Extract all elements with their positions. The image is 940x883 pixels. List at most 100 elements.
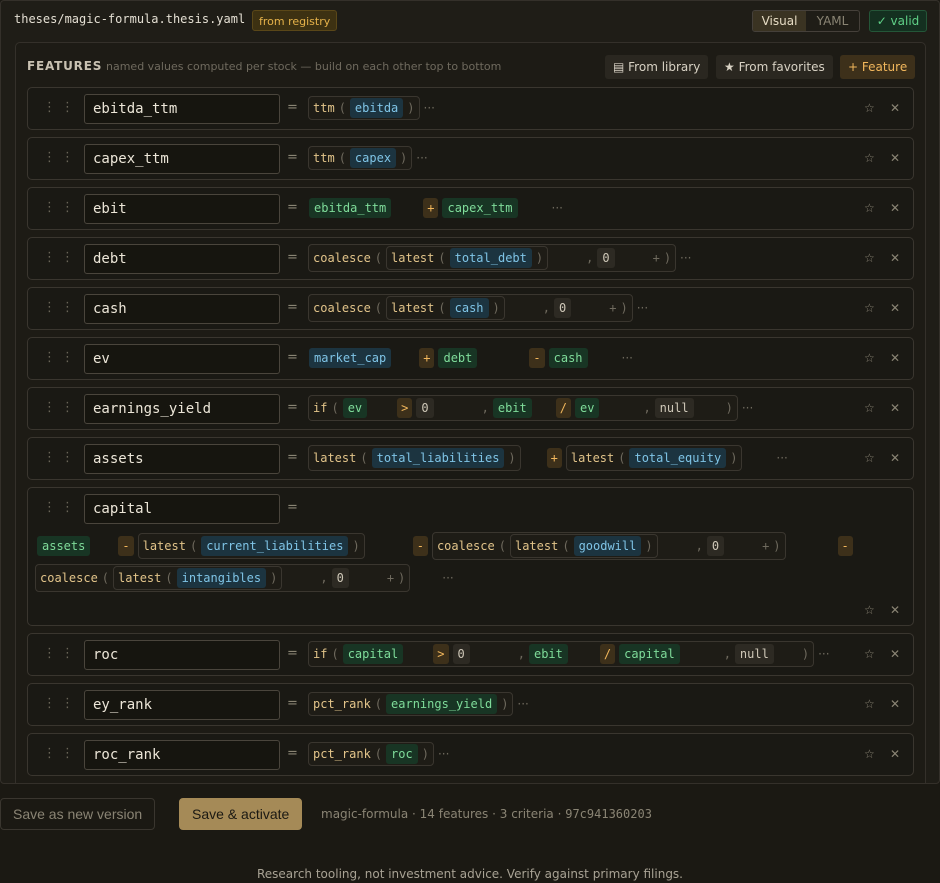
ref-chip[interactable]: debt xyxy=(438,348,478,368)
add-feature-button[interactable]: + Feature xyxy=(840,55,916,79)
function-call[interactable]: latest(goodwill) xyxy=(509,534,658,558)
drag-handle-icon[interactable]: ⋮⋮ xyxy=(43,500,79,515)
drag-handle-icon[interactable]: ⋮⋮ xyxy=(43,400,79,415)
feature-name-input[interactable]: ey_rank xyxy=(84,690,280,720)
operator-chip[interactable]: - xyxy=(529,348,545,368)
save-new-version-button[interactable]: Save as new version xyxy=(0,798,156,830)
ref-chip[interactable]: ev xyxy=(342,398,368,418)
operator-chip[interactable]: - xyxy=(118,536,134,556)
favorite-star-icon[interactable]: ☆ xyxy=(864,697,875,711)
function-call[interactable]: latest(total_liabilities) xyxy=(308,445,521,471)
operator-chip[interactable]: > xyxy=(397,398,413,418)
feature-name-input[interactable]: assets xyxy=(84,444,280,474)
drag-handle-icon[interactable]: ⋮⋮ xyxy=(43,696,79,711)
ref-chip[interactable]: capital xyxy=(342,644,404,664)
favorite-star-icon[interactable]: ☆ xyxy=(864,401,875,415)
feature-name-input[interactable]: roc xyxy=(84,640,280,670)
more-icon[interactable]: ··· xyxy=(776,451,787,465)
more-icon[interactable]: ··· xyxy=(442,571,453,585)
feature-name-input[interactable]: earnings_yield xyxy=(84,394,280,424)
function-call[interactable]: latest(current_liabilities) xyxy=(137,533,365,559)
function-call[interactable]: latest(intangibles) xyxy=(113,566,283,590)
function-call[interactable]: coalesce( latest(total_debt) , 0 +) xyxy=(308,244,677,272)
number-chip[interactable]: null xyxy=(734,644,774,664)
add-arg-icon[interactable]: + xyxy=(762,539,769,553)
more-icon[interactable]: ··· xyxy=(637,301,648,315)
remove-feature-icon[interactable]: ✕ xyxy=(890,647,900,661)
operator-chip[interactable]: + xyxy=(419,348,435,368)
more-icon[interactable]: ··· xyxy=(424,101,435,115)
feature-name-input[interactable]: cash xyxy=(84,294,280,324)
remove-feature-icon[interactable]: ✕ xyxy=(890,301,900,315)
drag-handle-icon[interactable]: ⋮⋮ xyxy=(43,200,79,215)
from-library-button[interactable]: ▤ From library xyxy=(605,55,709,79)
function-call[interactable]: coalesce( latest(goodwill) , 0 +) xyxy=(431,532,786,560)
number-chip[interactable]: 0 xyxy=(597,248,615,268)
remove-feature-icon[interactable]: ✕ xyxy=(890,251,900,265)
feature-name-input[interactable]: ev xyxy=(84,344,280,374)
feature-name-input[interactable]: ebitda_ttm xyxy=(84,94,280,124)
field-chip[interactable]: current_liabilities xyxy=(201,536,349,556)
more-icon[interactable]: ··· xyxy=(742,401,753,415)
from-favorites-button[interactable]: ★ From favorites xyxy=(716,55,833,79)
field-chip[interactable]: total_debt xyxy=(449,248,532,268)
ref-chip[interactable]: ebitda_ttm xyxy=(309,198,392,218)
favorite-star-icon[interactable]: ☆ xyxy=(864,251,875,265)
number-chip[interactable]: null xyxy=(654,398,694,418)
remove-feature-icon[interactable]: ✕ xyxy=(890,697,900,711)
field-chip[interactable]: market_cap xyxy=(309,348,392,368)
favorite-star-icon[interactable]: ☆ xyxy=(864,451,875,465)
more-icon[interactable]: ··· xyxy=(416,151,427,165)
operator-chip[interactable]: / xyxy=(555,398,571,418)
operator-chip[interactable]: - xyxy=(837,536,853,556)
field-chip[interactable]: intangibles xyxy=(176,568,267,588)
function-call[interactable]: ttm(ebitda) xyxy=(308,96,420,120)
feature-name-input[interactable]: ebit xyxy=(84,194,280,224)
more-icon[interactable]: ··· xyxy=(438,747,449,761)
number-chip[interactable]: 0 xyxy=(416,398,434,418)
ref-chip[interactable]: ebit xyxy=(528,644,568,664)
field-chip[interactable]: ebitda xyxy=(349,98,404,118)
drag-handle-icon[interactable]: ⋮⋮ xyxy=(43,100,79,115)
function-call[interactable]: if( ev > 0 , ebit / ev , null ) xyxy=(308,395,738,421)
function-call[interactable]: coalesce( latest(intangibles) , 0 +) xyxy=(35,564,411,592)
operator-chip[interactable]: + xyxy=(546,448,562,468)
remove-feature-icon[interactable]: ✕ xyxy=(890,401,900,415)
function-call[interactable]: ttm(capex) xyxy=(308,146,413,170)
add-arg-icon[interactable]: + xyxy=(653,251,660,265)
view-visual-tab[interactable]: Visual xyxy=(753,11,806,31)
function-call[interactable]: if( capital > 0 , ebit / capital , null … xyxy=(308,641,815,667)
field-chip[interactable]: cash xyxy=(449,298,489,318)
function-call[interactable]: pct_rank(earnings_yield) xyxy=(308,692,514,716)
ref-chip[interactable]: earnings_yield xyxy=(386,694,498,714)
favorite-star-icon[interactable]: ☆ xyxy=(864,603,875,617)
more-icon[interactable]: ··· xyxy=(680,251,691,265)
favorite-star-icon[interactable]: ☆ xyxy=(864,351,875,365)
ref-chip[interactable]: assets xyxy=(37,536,91,556)
favorite-star-icon[interactable]: ☆ xyxy=(864,151,875,165)
more-icon[interactable]: ··· xyxy=(517,697,528,711)
number-chip[interactable]: 0 xyxy=(452,644,470,664)
save-activate-button[interactable]: Save & activate xyxy=(179,798,303,830)
function-call[interactable]: latest(total_equity) xyxy=(565,445,743,471)
remove-feature-icon[interactable]: ✕ xyxy=(890,603,900,617)
view-yaml-tab[interactable]: YAML xyxy=(806,11,859,31)
operator-chip[interactable]: / xyxy=(599,644,616,664)
add-arg-icon[interactable]: + xyxy=(387,571,394,585)
ref-chip[interactable]: capital xyxy=(619,644,680,664)
feature-name-input[interactable]: debt xyxy=(84,244,280,274)
ref-chip[interactable]: cash xyxy=(548,348,588,368)
operator-chip[interactable]: - xyxy=(412,536,428,556)
operator-chip[interactable]: + xyxy=(423,198,439,218)
drag-handle-icon[interactable]: ⋮⋮ xyxy=(43,150,79,165)
ref-chip[interactable]: capex_ttm xyxy=(442,198,518,218)
favorite-star-icon[interactable]: ☆ xyxy=(864,747,875,761)
remove-feature-icon[interactable]: ✕ xyxy=(890,151,900,165)
feature-name-input[interactable]: roc_rank xyxy=(84,740,280,770)
remove-feature-icon[interactable]: ✕ xyxy=(890,451,900,465)
more-icon[interactable]: ··· xyxy=(552,201,563,215)
remove-feature-icon[interactable]: ✕ xyxy=(890,201,900,215)
field-chip[interactable]: total_liabilities xyxy=(371,448,505,468)
drag-handle-icon[interactable]: ⋮⋮ xyxy=(43,746,79,761)
number-chip[interactable]: 0 xyxy=(554,298,572,318)
